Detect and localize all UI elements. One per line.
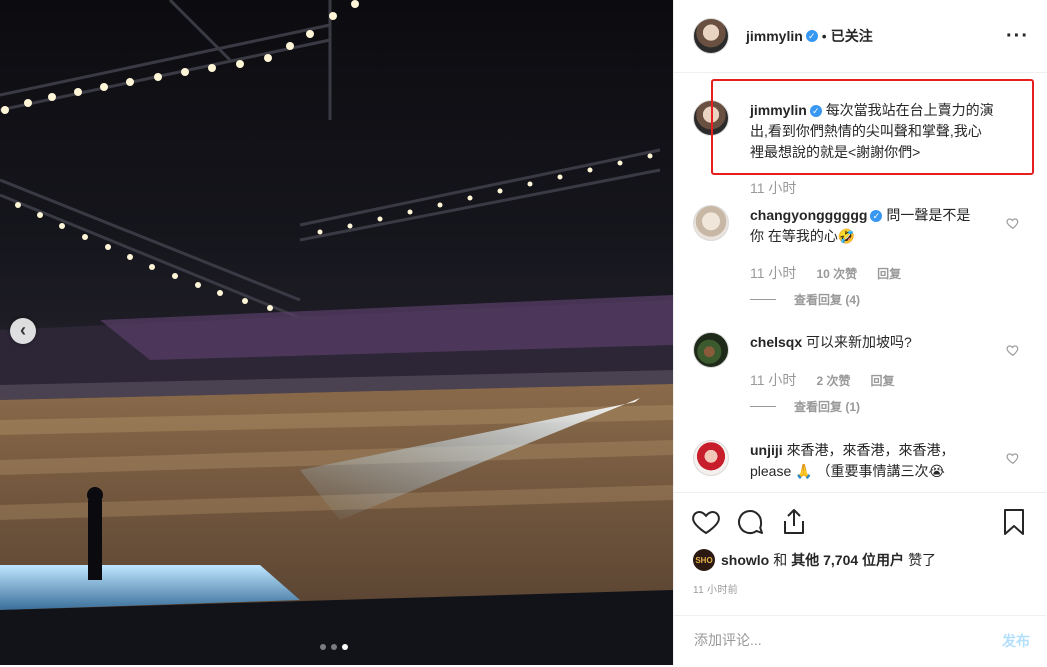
carousel-prev-button[interactable]: ‹	[10, 318, 36, 344]
avatar[interactable]	[693, 205, 729, 241]
like-comment-heart-icon[interactable]	[1006, 451, 1020, 465]
view-replies-button[interactable]: 查看回复 (1)	[750, 398, 860, 415]
share-icon[interactable]	[779, 507, 809, 537]
comment-meta: 11 小时 2 次赞 回复	[750, 370, 894, 390]
carousel-dot	[320, 644, 326, 650]
avatar[interactable]	[693, 18, 729, 54]
comment-meta: 11 小时	[750, 178, 796, 198]
bookmark-icon[interactable]	[999, 507, 1029, 537]
post-side-panel: jimmylin ✓ • 已关注 ··· jimmylin ✓ 每次當我站在台上賣…	[673, 0, 1047, 665]
comment-time[interactable]: 11 小时	[750, 263, 796, 283]
highlight-box	[711, 79, 1034, 175]
comment-input[interactable]	[692, 631, 976, 649]
reply-button[interactable]: 回复	[870, 372, 894, 389]
post-timestamp[interactable]: 11 小时前	[693, 581, 738, 596]
post-actions: SHO showlo 和 其他 7,704 位用户 赞了 11 小时前 发布	[674, 492, 1046, 666]
comment-meta: 11 小时 10 次赞 回复	[750, 263, 901, 283]
view-replies-label: 查看回复 (4)	[794, 293, 861, 307]
comment-time[interactable]: 11 小时	[750, 370, 796, 390]
comment-likes[interactable]: 2 次赞	[816, 372, 850, 389]
comment-icon[interactable]	[735, 507, 765, 537]
divider	[750, 299, 776, 300]
list-item: chelsqx 可以来新加坡吗?	[693, 332, 975, 368]
follow-button[interactable]: 已关注	[831, 26, 873, 46]
view-replies-label: 查看回复 (1)	[794, 400, 861, 414]
comment-username[interactable]: chelsqx	[750, 334, 802, 350]
view-replies-button[interactable]: 查看回复 (4)	[750, 291, 860, 308]
carousel-dot-active	[342, 644, 348, 650]
avatar[interactable]	[693, 440, 729, 476]
avatar[interactable]	[693, 332, 729, 368]
comment-username[interactable]: unjiji	[750, 442, 783, 458]
list-item: changyongggggg ✓ 問一聲是不是你 在等我的心🤣	[693, 205, 975, 247]
avatar[interactable]: SHO	[693, 549, 715, 571]
comments-list: jimmylin ✓ 每次當我站在台上賣力的演出,看到你們熱情的尖叫聲和掌聲,我心…	[674, 74, 1046, 492]
like-comment-heart-icon[interactable]	[1006, 343, 1020, 357]
chevron-left-icon: ‹	[20, 320, 26, 340]
liker-username[interactable]: showlo	[721, 552, 769, 568]
reply-button[interactable]: 回复	[877, 265, 901, 282]
likes-count[interactable]: 其他 7,704 位用户	[791, 550, 904, 570]
post-header: jimmylin ✓ • 已关注 ···	[674, 0, 1047, 73]
add-comment-bar: 发布	[674, 615, 1046, 667]
verified-badge-icon: ✓	[870, 210, 883, 223]
heart-icon[interactable]	[691, 507, 721, 537]
comment-username[interactable]: changyongggggg	[750, 207, 867, 223]
likes-summary: SHO showlo 和 其他 7,704 位用户 赞了	[693, 549, 936, 571]
likes-and: 和	[773, 552, 788, 568]
carousel-dot	[331, 644, 337, 650]
separator-dot: •	[821, 28, 827, 44]
likes-suffix: 赞了	[908, 552, 937, 568]
list-item: unjiji 來香港，來香港，來香港，please 🙏 （重要事情講三次😭	[693, 440, 975, 482]
post-comment-button[interactable]: 发布	[1002, 631, 1030, 651]
carousel-indicator	[320, 644, 348, 650]
like-comment-heart-icon[interactable]	[1006, 216, 1020, 230]
more-options-icon[interactable]: ···	[1006, 26, 1029, 46]
post-photo: ‹	[0, 0, 673, 665]
comment-likes[interactable]: 10 次赞	[816, 265, 857, 282]
concert-arena-image	[0, 0, 673, 665]
comment-text: 可以来新加坡吗?	[806, 334, 912, 350]
divider	[750, 406, 776, 407]
verified-badge-icon: ✓	[805, 30, 818, 42]
author-username[interactable]: jimmylin	[746, 28, 803, 44]
comment-time[interactable]: 11 小时	[750, 178, 796, 198]
